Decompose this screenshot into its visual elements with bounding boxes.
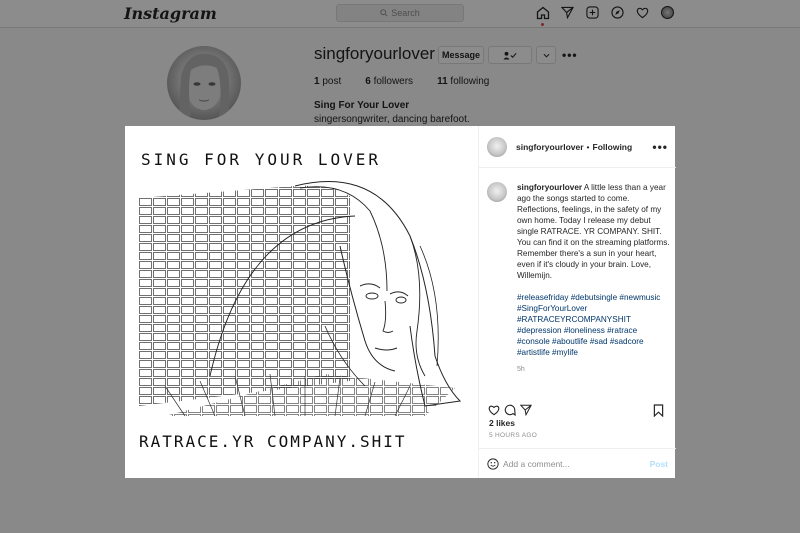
- post-comment-button[interactable]: Post: [650, 459, 668, 469]
- header-separator: •: [586, 141, 590, 152]
- likes-count[interactable]: 2 likes: [489, 418, 515, 428]
- like-heart-icon[interactable]: [487, 404, 500, 417]
- post-actions: [487, 402, 668, 418]
- caption-username[interactable]: singforyourlover: [517, 183, 582, 192]
- artwork-drawing: [139, 181, 462, 417]
- caption-hashtags[interactable]: #releasefriday #debutsingle #newmusic #S…: [517, 292, 670, 358]
- emoji-icon[interactable]: [487, 457, 499, 470]
- post-header: singforyourlover • Following •••: [479, 126, 676, 168]
- caption-text: A little less than a year ago the songs …: [517, 183, 670, 280]
- comment-icon[interactable]: [503, 404, 516, 417]
- caption-body: singforyourlover A little less than a ye…: [517, 182, 670, 281]
- post-image[interactable]: SING FOR YOUR LOVER RATRACE.YR COMPANY.S…: [125, 126, 478, 478]
- artwork-bottom-text: RATRACE.YR COMPANY.SHIT: [139, 432, 407, 451]
- bookmark-icon[interactable]: [652, 403, 665, 417]
- more-options-icon[interactable]: •••: [652, 140, 668, 154]
- share-icon[interactable]: [519, 404, 532, 417]
- following-status[interactable]: Following: [593, 142, 633, 152]
- post-modal: SING FOR YOUR LOVER RATRACE.YR COMPANY.S…: [125, 126, 676, 478]
- post-caption: singforyourlover A little less than a ye…: [487, 182, 670, 373]
- caption-time: 5h: [517, 366, 525, 373]
- post-side-panel: singforyourlover • Following ••• singfor…: [478, 126, 676, 478]
- caption-author-avatar[interactable]: [487, 182, 507, 202]
- comment-bar: Add a comment... Post: [479, 448, 676, 478]
- post-author-avatar[interactable]: [487, 136, 507, 157]
- comment-input[interactable]: Add a comment...: [503, 459, 650, 469]
- post-timestamp: 5 HOURS AGO: [489, 432, 538, 439]
- post-author-username[interactable]: singforyourlover: [516, 142, 584, 152]
